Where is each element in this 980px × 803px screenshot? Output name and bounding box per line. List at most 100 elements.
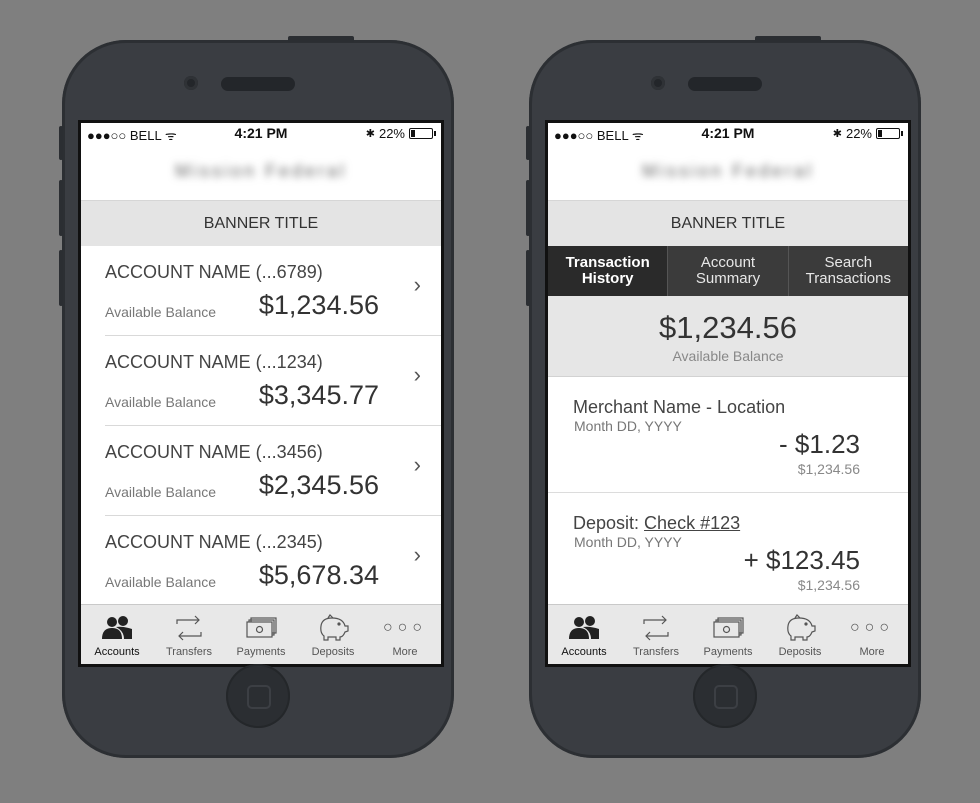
tab-label: Transfers: [632, 646, 680, 658]
tab-label: Deposits: [311, 646, 355, 658]
tab-bar: Accounts Transfers Payments Deposits ○○○…: [81, 604, 441, 664]
power-button: [755, 36, 821, 42]
mute-switch: [526, 126, 530, 160]
transaction-title: Merchant Name - Location: [573, 397, 786, 417]
running-balance: $1,234.56: [797, 577, 860, 593]
app-header: Mission Federal: [81, 143, 441, 200]
segment-label: Transactions: [805, 270, 891, 287]
brand-logo: Mission Federal: [174, 161, 348, 181]
tab-label: Accounts: [561, 646, 607, 658]
segment-label: Summary: [695, 270, 761, 287]
segment-label: Search: [824, 254, 873, 271]
home-square-icon: [714, 685, 738, 709]
tab-label: Payments: [703, 646, 753, 658]
banner-title: BANNER TITLE: [548, 200, 908, 246]
deposits-icon: [783, 613, 817, 643]
phone-frame-right: ●●●○○ BELL ᯤ 4:21 PM ✱ 22% Mission Feder…: [526, 36, 921, 758]
accounts-icon: [100, 613, 134, 643]
balance-label: Available Balance: [105, 304, 217, 320]
battery-percent: 22%: [845, 126, 872, 141]
transaction-date: Month DD, YYYY: [574, 534, 682, 550]
transaction-date: Month DD, YYYY: [574, 418, 682, 434]
balance-summary: $1,234.56 Available Balance: [548, 296, 908, 377]
volume-up-button: [526, 180, 530, 236]
tab-accounts[interactable]: Accounts: [548, 605, 620, 664]
account-row[interactable]: ACCOUNT NAME (...6789) Available Balance…: [105, 246, 441, 336]
volume-down-button: [526, 250, 530, 306]
tab-more[interactable]: ○○○ More: [836, 605, 908, 664]
tab-transfers[interactable]: Transfers: [620, 605, 692, 664]
available-balance-label: Available Balance: [672, 348, 784, 364]
more-icon: ○○○: [383, 619, 427, 636]
tab-accounts[interactable]: Accounts: [81, 605, 153, 664]
brand-logo: Mission Federal: [641, 161, 815, 181]
tab-label: More: [392, 646, 418, 658]
transaction-history-screen: ●●●○○ BELL ᯤ 4:21 PM ✱ 22% Mission Feder…: [545, 120, 911, 667]
segmented-control: Transaction History Account Summary Search…: [548, 246, 908, 296]
power-button: [288, 36, 354, 42]
account-row[interactable]: ACCOUNT NAME (...2345) Available Balance…: [105, 516, 441, 606]
balance-label: Available Balance: [105, 484, 217, 500]
account-balance: $3,345.77: [258, 380, 379, 410]
account-name: ACCOUNT NAME (...2345): [105, 532, 323, 552]
tab-label: Transfers: [165, 646, 213, 658]
tab-bar: Accounts Transfers Payments Deposits ○○○…: [548, 604, 908, 664]
tab-search-transactions[interactable]: Search Transactions: [787, 246, 908, 296]
account-name: ACCOUNT NAME (...1234): [105, 352, 323, 372]
account-name: ACCOUNT NAME (...3456): [105, 442, 323, 462]
accounts-icon: [567, 613, 601, 643]
account-balance: $5,678.34: [258, 560, 379, 590]
segment-label: History: [581, 270, 634, 287]
tab-payments[interactable]: Payments: [225, 605, 297, 664]
front-camera: [184, 76, 198, 90]
status-bar: ●●●○○ BELL ᯤ 4:21 PM ✱ 22%: [81, 123, 441, 143]
volume-up-button: [59, 180, 63, 236]
phone-frame-left: ●●●○○ BELL ᯤ 4:21 PM ✱ 22% Mission Feder…: [59, 36, 454, 758]
transaction-amount: - $1.23: [779, 429, 860, 459]
segment-label: Transaction: [565, 254, 650, 271]
bluetooth-icon: ✱: [832, 128, 842, 140]
tab-transfers[interactable]: Transfers: [153, 605, 225, 664]
account-row[interactable]: ACCOUNT NAME (...3456) Available Balance…: [105, 426, 441, 516]
chevron-right-icon: ›: [413, 272, 421, 297]
battery-percent: 22%: [378, 126, 405, 141]
account-balance: $2,345.56: [258, 470, 379, 500]
battery-icon: [876, 128, 903, 139]
transaction-title: Deposit: Check #123: [573, 513, 741, 533]
tab-deposits[interactable]: Deposits: [764, 605, 836, 664]
mute-switch: [59, 126, 63, 160]
check-link[interactable]: Check #123: [644, 513, 740, 533]
account-balance: $1,234.56: [258, 290, 379, 320]
tab-label: More: [859, 646, 885, 658]
transaction-row[interactable]: Deposit: Check #123 Month DD, YYYY + $12…: [548, 493, 908, 609]
bluetooth-icon: ✱: [365, 128, 375, 140]
account-row[interactable]: ACCOUNT NAME (...1234) Available Balance…: [105, 336, 441, 426]
tab-label: Payments: [236, 646, 286, 658]
transaction-row[interactable]: Merchant Name - Location Month DD, YYYY …: [548, 377, 908, 493]
balance-label: Available Balance: [105, 394, 217, 410]
status-bar: ●●●○○ BELL ᯤ 4:21 PM ✱ 22%: [548, 123, 908, 143]
chevron-right-icon: ›: [413, 542, 421, 567]
transaction-amount: + $123.45: [743, 545, 860, 575]
segment-label: Account: [700, 254, 756, 271]
earpiece-speaker: [688, 77, 762, 91]
tab-deposits[interactable]: Deposits: [297, 605, 369, 664]
accounts-screen: ●●●○○ BELL ᯤ 4:21 PM ✱ 22% Mission Feder…: [78, 120, 444, 667]
running-balance: $1,234.56: [797, 461, 860, 477]
chevron-right-icon: ›: [413, 452, 421, 477]
home-button[interactable]: [226, 664, 290, 728]
transfers-icon: [173, 613, 205, 643]
tab-transaction-history[interactable]: Transaction History: [548, 246, 668, 296]
home-button[interactable]: [693, 664, 757, 728]
battery-icon: [409, 128, 436, 139]
tab-account-summary[interactable]: Account Summary: [667, 246, 787, 296]
balance-label: Available Balance: [105, 574, 217, 590]
front-camera: [651, 76, 665, 90]
chevron-right-icon: ›: [413, 362, 421, 387]
volume-down-button: [59, 250, 63, 306]
transfers-icon: [640, 613, 672, 643]
tab-payments[interactable]: Payments: [692, 605, 764, 664]
account-name: ACCOUNT NAME (...6789): [105, 262, 323, 282]
available-balance-amount: $1,234.56: [659, 310, 797, 345]
tab-more[interactable]: ○○○ More: [369, 605, 441, 664]
